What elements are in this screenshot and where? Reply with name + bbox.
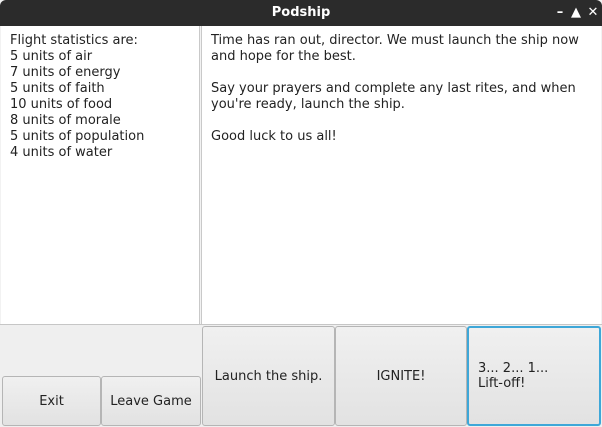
exit-button[interactable]: Exit <box>2 376 101 426</box>
leave-game-button[interactable]: Leave Game <box>101 376 201 426</box>
stat-morale: 8 units of morale <box>10 113 121 128</box>
message-panel: Time has ran out, director. We must laun… <box>201 26 601 324</box>
stat-faith: 5 units of faith <box>10 81 105 96</box>
message-paragraph: Good luck to us all! <box>211 129 337 144</box>
stats-heading: Flight statistics are: <box>10 33 138 48</box>
liftoff-button[interactable]: 3... 2... 1... Lift-off! <box>467 326 601 426</box>
stat-energy: 7 units of energy <box>10 65 121 80</box>
podship-window: Podship – ▲ ✕ Flight statistics are: 5 u… <box>0 0 602 427</box>
launch-ship-button[interactable]: Launch the ship. <box>202 326 335 426</box>
title-bar[interactable]: Podship – ▲ ✕ <box>0 0 602 26</box>
stat-air: 5 units of air <box>10 49 93 64</box>
stat-food: 10 units of food <box>10 97 113 112</box>
message-paragraph: Say your prayers and complete any last r… <box>211 81 576 112</box>
flight-statistics-panel: Flight statistics are: 5 units of air 7 … <box>1 26 200 324</box>
stat-population: 5 units of population <box>10 129 145 144</box>
close-icon[interactable]: ✕ <box>584 0 602 26</box>
message-paragraph: Time has ran out, director. We must laun… <box>211 33 579 64</box>
ignite-button[interactable]: IGNITE! <box>335 326 467 426</box>
maximize-icon[interactable]: ▲ <box>567 0 585 26</box>
stat-water: 4 units of water <box>10 145 113 160</box>
window-title: Podship <box>271 5 331 20</box>
